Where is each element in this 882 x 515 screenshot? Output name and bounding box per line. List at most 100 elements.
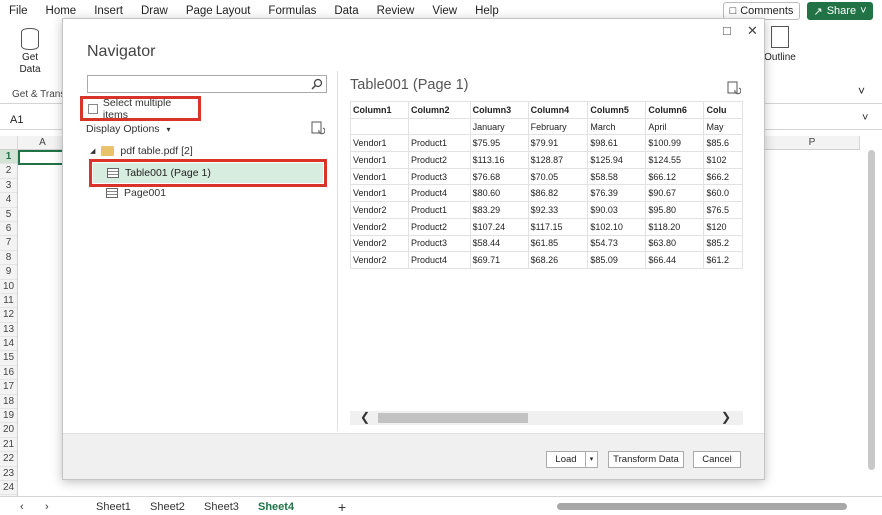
table-row: Vendor1 Product1 $75.95 $79.91 $98.61 $100.99… xyxy=(350,134,743,153)
table-row: Vendor1 Product3 $76.68 $70.05 $58.58 $66.12 $… xyxy=(350,167,743,186)
preview-column-header[interactable]: Colu xyxy=(703,101,743,119)
row-header[interactable]: 1 xyxy=(0,150,17,165)
preview-column-header[interactable]: Column3 xyxy=(469,101,529,119)
table-cell: Product3 xyxy=(408,167,471,186)
dialog-footer: Load ▾ Transform Data Cancel xyxy=(63,433,764,479)
table-cell: $80.60 xyxy=(469,184,529,203)
ribbon-collapse-icon[interactable]: ˅ xyxy=(858,84,865,98)
tree-item-table001[interactable]: Table001 (Page 1) xyxy=(89,159,327,187)
scroll-left-icon[interactable]: ❮ xyxy=(360,410,370,424)
scroll-right-icon[interactable]: › xyxy=(45,498,49,515)
row-header[interactable]: 24 xyxy=(0,481,17,496)
sheet-tab-4[interactable]: Sheet4 xyxy=(258,498,294,515)
search-input[interactable] xyxy=(87,75,327,93)
tree-file-node[interactable]: ◢ pdf table.pdf [2] xyxy=(90,145,193,157)
row-header[interactable]: 18 xyxy=(0,395,17,410)
formula-expand-icon[interactable]: ˅ xyxy=(862,112,868,124)
row-header[interactable]: 23 xyxy=(0,467,17,481)
scroll-thumb[interactable] xyxy=(378,413,528,423)
row-header[interactable]: 12 xyxy=(0,308,17,323)
row-header[interactable]: 15 xyxy=(0,351,17,366)
table-cell: $76.39 xyxy=(587,184,647,203)
add-sheet-button[interactable]: + xyxy=(338,498,346,515)
sheet-tab-1[interactable]: Sheet1 xyxy=(96,498,131,515)
row-header[interactable]: 22 xyxy=(0,452,17,467)
row-header[interactable]: 2 xyxy=(0,164,17,179)
row-header[interactable]: 11 xyxy=(0,294,17,309)
select-multiple-items[interactable]: Select multiple items xyxy=(80,96,201,121)
row-header[interactable]: 5 xyxy=(0,208,17,222)
sheet-tab-3[interactable]: Sheet3 xyxy=(204,498,239,515)
active-cell[interactable] xyxy=(18,150,68,165)
table-cell: Product2 xyxy=(408,151,471,169)
ribbon-group-label: Get & Transf xyxy=(12,89,69,100)
cancel-button[interactable]: Cancel xyxy=(693,451,741,468)
sheet-horizontal-scrollbar[interactable] xyxy=(545,502,860,511)
scroll-left-icon[interactable]: ‹ xyxy=(20,498,24,515)
preview-column-header[interactable]: Column2 xyxy=(408,101,471,119)
table-cell: Product4 xyxy=(408,184,471,203)
tree-item-page001[interactable]: Page001 xyxy=(106,187,166,199)
preview-title: Table001 (Page 1) xyxy=(350,77,469,93)
table-cell: $86.82 xyxy=(527,184,589,203)
table-row: January February March April May xyxy=(350,117,743,136)
display-options-dropdown[interactable]: Display Options ▾ xyxy=(86,123,170,135)
scroll-thumb[interactable] xyxy=(868,150,875,470)
table-cell: Vendor1 xyxy=(350,151,410,169)
refresh-icon[interactable] xyxy=(311,121,325,135)
row-header[interactable]: 13 xyxy=(0,323,17,338)
scroll-right-icon[interactable]: ❯ xyxy=(721,410,731,424)
table-row: Vendor2 Product3 $58.44 $61.85 $54.73 $63.80 $… xyxy=(350,234,743,253)
row-header[interactable]: 17 xyxy=(0,380,17,395)
row-header[interactable]: 4 xyxy=(0,193,17,208)
row-header[interactable]: 21 xyxy=(0,438,17,453)
table-cell: Vendor1 xyxy=(350,134,410,153)
table-cell: $75.95 xyxy=(469,134,529,153)
display-options-label: Display Options xyxy=(86,123,160,135)
column-header-a[interactable]: A xyxy=(18,136,68,150)
preview-column-header[interactable]: Column6 xyxy=(645,101,705,119)
share-button[interactable]: ↗ Share ˅ xyxy=(807,2,873,20)
select-all-corner[interactable] xyxy=(0,136,18,150)
get-data-button[interactable]: Get Data xyxy=(12,28,48,76)
select-multiple-checkbox[interactable] xyxy=(88,103,98,114)
vertical-scrollbar[interactable] xyxy=(866,140,878,496)
row-header[interactable]: 8 xyxy=(0,251,17,266)
transform-data-button[interactable]: Transform Data xyxy=(608,451,684,468)
preview-column-header[interactable]: Column1 xyxy=(350,101,410,119)
table-cell: $95.80 xyxy=(645,201,705,219)
row-header[interactable]: 14 xyxy=(0,337,17,352)
load-button[interactable]: Load xyxy=(546,451,586,468)
table-cell: $76.68 xyxy=(469,167,529,186)
maximize-icon[interactable]: □ xyxy=(723,23,731,38)
row-header[interactable]: 10 xyxy=(0,280,17,294)
load-dropdown-arrow[interactable]: ▾ xyxy=(585,451,598,468)
preview-column-header[interactable]: Column5 xyxy=(587,101,647,119)
name-box[interactable]: A1 xyxy=(4,112,54,128)
row-header[interactable]: 7 xyxy=(0,236,17,251)
pane-divider[interactable] xyxy=(337,71,338,431)
get-data-label: Get Data xyxy=(19,52,41,75)
sheet-tab-2[interactable]: Sheet2 xyxy=(150,498,185,515)
menu-item-file[interactable]: File xyxy=(0,0,37,22)
row-header[interactable]: 19 xyxy=(0,409,17,424)
preview-horizontal-scrollbar[interactable]: ❮ ❯ xyxy=(350,410,743,425)
table-cell: $66.44 xyxy=(645,251,705,269)
outline-button[interactable]: Outline xyxy=(762,26,798,63)
comment-icon: □ xyxy=(729,5,737,17)
row-header[interactable]: 20 xyxy=(0,423,17,438)
column-header-p[interactable]: P xyxy=(765,136,860,150)
scroll-thumb[interactable] xyxy=(557,503,847,510)
row-header[interactable]: 16 xyxy=(0,366,17,381)
row-header[interactable]: 9 xyxy=(0,265,17,280)
close-icon[interactable]: ✕ xyxy=(747,23,758,39)
comments-label: Comments xyxy=(740,5,794,17)
row-header[interactable]: 6 xyxy=(0,222,17,237)
refresh-icon[interactable] xyxy=(727,81,741,95)
dialog-title: Navigator xyxy=(87,43,156,60)
table-cell: $107.24 xyxy=(469,217,529,236)
row-header[interactable]: 3 xyxy=(0,179,17,194)
preview-column-header[interactable]: Column4 xyxy=(527,101,589,119)
table-cell: $90.67 xyxy=(645,184,705,203)
collapse-triangle-icon[interactable]: ◢ xyxy=(90,147,95,155)
